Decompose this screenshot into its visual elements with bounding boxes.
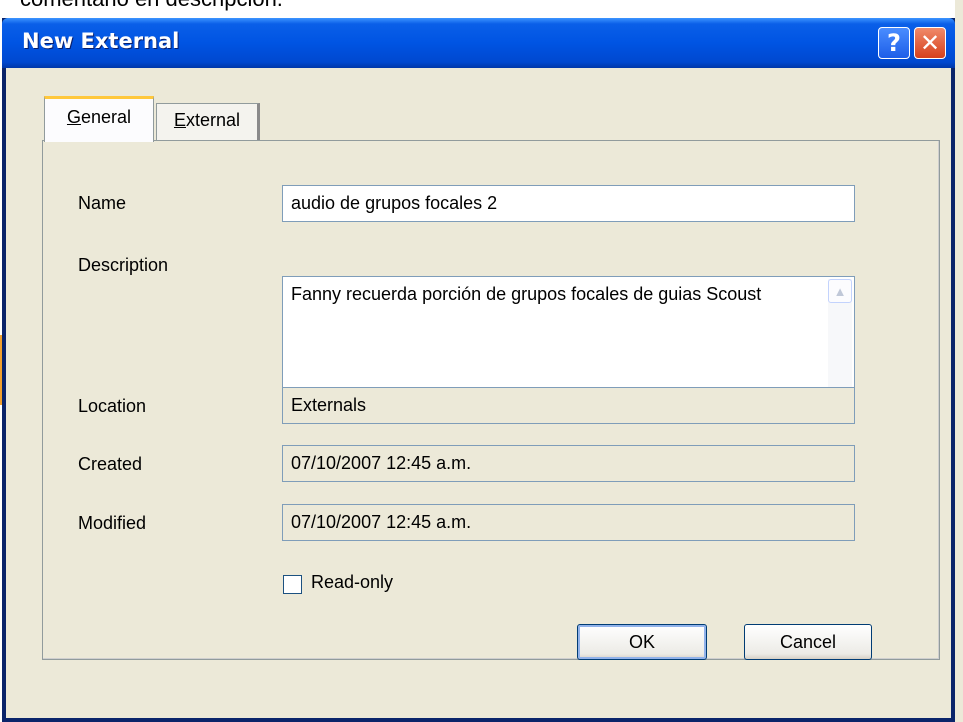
location-label: Location	[78, 396, 147, 416]
help-icon[interactable]: ?	[878, 27, 910, 59]
cancel-button[interactable]: Cancel	[744, 624, 872, 660]
modified-field: 07/10/2007 12:45 a.m.	[282, 504, 855, 541]
ok-button[interactable]: OK	[577, 624, 707, 660]
read-only-checkbox[interactable]	[283, 575, 302, 594]
created-field: 07/10/2007 12:45 a.m.	[282, 445, 855, 482]
scroll-up-icon[interactable]: ▲	[828, 279, 852, 303]
read-only-label[interactable]: Read-only	[311, 572, 393, 593]
title-bar[interactable]: New External ? ✕	[2, 18, 955, 68]
modified-label: Modified	[78, 513, 147, 533]
close-icon[interactable]: ✕	[914, 27, 946, 59]
tab-external[interactable]: External	[156, 103, 260, 141]
location-field: Externals	[282, 387, 855, 424]
description-text: Fanny recuerda porción de grupos focales…	[291, 284, 762, 304]
new-external-dialog: New External ? ✕ General External Name a…	[2, 18, 955, 722]
tab-general-mnemonic: G	[66, 107, 81, 127]
name-field[interactable]: audio de grupos focales 2	[282, 185, 855, 222]
background-window-edge	[955, 0, 963, 722]
background-caption: comentario en descripcion.	[20, 0, 283, 12]
tab-external-mnemonic: E	[173, 110, 186, 130]
created-label: Created	[78, 454, 143, 474]
window-title: New External	[22, 29, 180, 53]
tab-external-label: xternal	[185, 110, 241, 130]
tab-general[interactable]: General	[44, 96, 154, 142]
name-label: Name	[78, 193, 127, 213]
tab-general-label: eneral	[80, 107, 132, 127]
description-label: Description	[78, 255, 169, 275]
dialog-client-area: General External Name audio de grupos fo…	[6, 68, 951, 718]
